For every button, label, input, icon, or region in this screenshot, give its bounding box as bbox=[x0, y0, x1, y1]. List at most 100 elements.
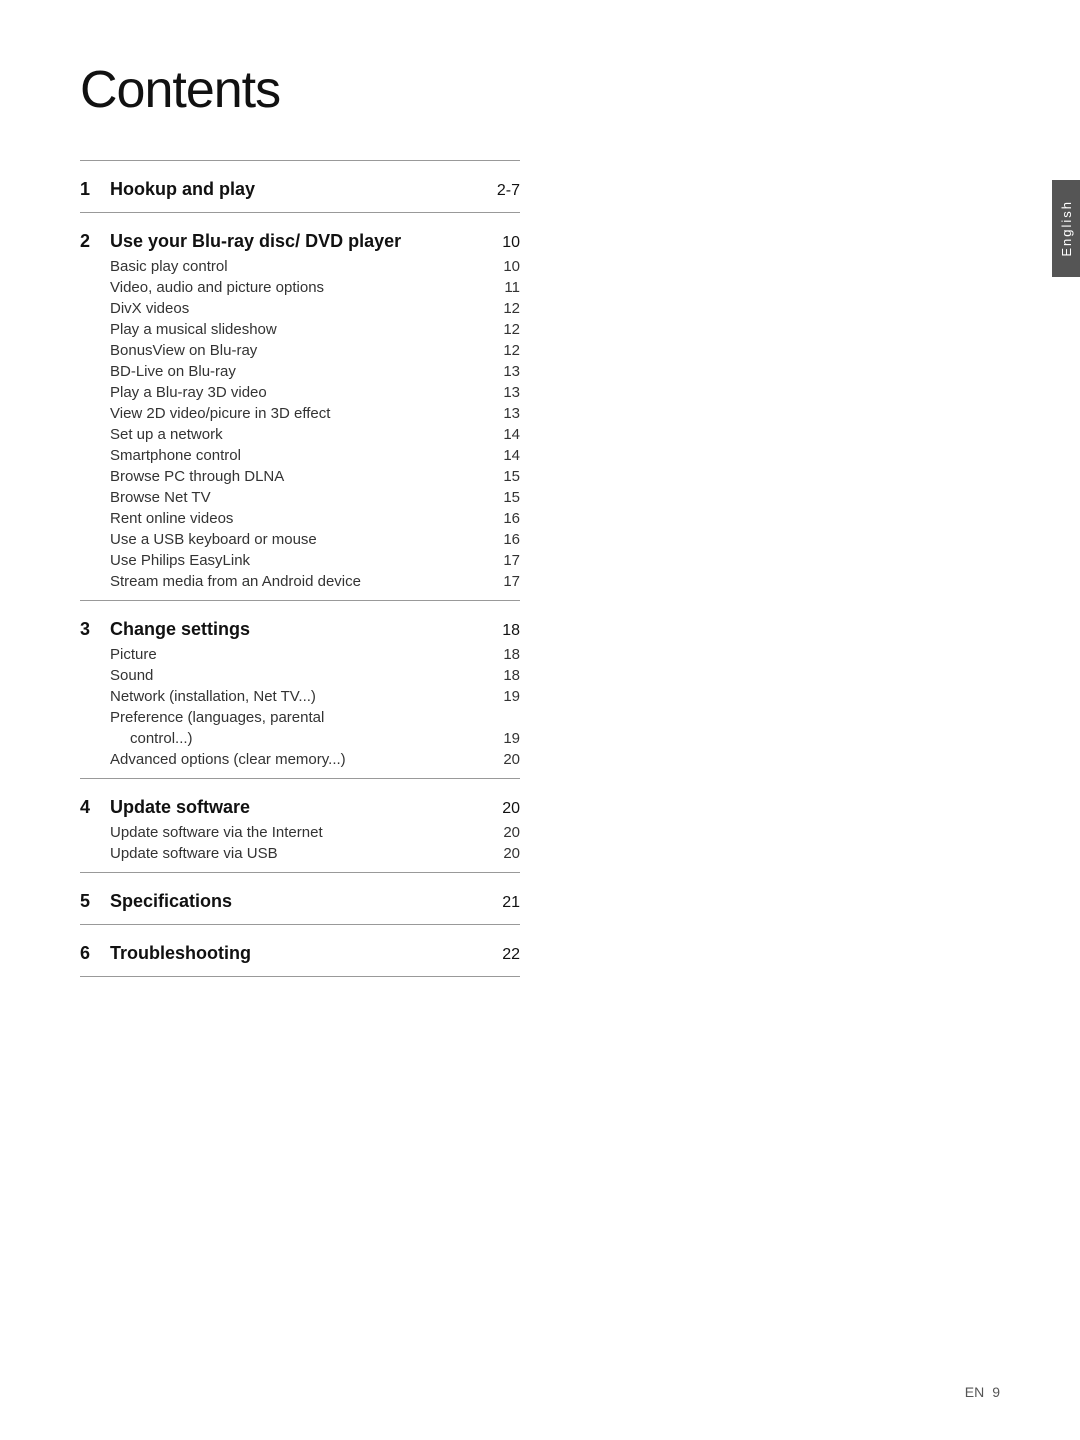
toc-sub-entry: BD-Live on Blu-ray13 bbox=[110, 361, 520, 382]
toc-sub-page: 19 bbox=[490, 730, 520, 747]
bottom-page: 9 bbox=[992, 1384, 1000, 1400]
toc-main-entry: 3Change settings18 bbox=[80, 609, 520, 644]
toc-number: 1 bbox=[80, 179, 110, 200]
toc-sub-title: Play a musical slideshow bbox=[110, 321, 490, 338]
toc-number: 5 bbox=[80, 891, 110, 912]
toc-sub-entry: Video, audio and picture options11 bbox=[110, 277, 520, 298]
toc-page: 18 bbox=[490, 622, 520, 640]
toc-divider bbox=[80, 160, 520, 161]
toc-sub-title: Browse Net TV bbox=[110, 489, 490, 506]
toc-sub-entries: Basic play control10Video, audio and pic… bbox=[80, 256, 520, 592]
toc-sub-entry: Set up a network14 bbox=[110, 424, 520, 445]
toc-main-entry: 1Hookup and play2-7 bbox=[80, 169, 520, 204]
toc-number: 3 bbox=[80, 619, 110, 640]
toc-divider bbox=[80, 924, 520, 925]
toc-sub-page: 11 bbox=[490, 279, 520, 296]
content-area: Contents 1Hookup and play2-7 2Use your Bl… bbox=[0, 0, 600, 1065]
toc-sub-entries: Update software via the Internet20Update… bbox=[80, 822, 520, 864]
toc-sub-page: 15 bbox=[490, 489, 520, 506]
toc-sub-title: Network (installation, Net TV...) bbox=[110, 688, 490, 705]
toc-sub-title: Update software via USB bbox=[110, 845, 490, 862]
toc-sub-entry: Rent online videos16 bbox=[110, 508, 520, 529]
toc-main-title: Troubleshooting bbox=[110, 943, 490, 964]
toc-sub-title: Picture bbox=[110, 646, 490, 663]
toc-sub-entry: Play a Blu-ray 3D video13 bbox=[110, 382, 520, 403]
toc-sub-title: Update software via the Internet bbox=[110, 824, 490, 841]
toc-sub-entry: Use Philips EasyLink17 bbox=[110, 550, 520, 571]
toc-sub-entry: Preference (languages, parental bbox=[110, 707, 520, 728]
toc-main-title: Update software bbox=[110, 797, 490, 818]
toc-main-entry: 5Specifications21 bbox=[80, 881, 520, 916]
toc-sub-entry: Use a USB keyboard or mouse16 bbox=[110, 529, 520, 550]
toc-sub-title: BD-Live on Blu-ray bbox=[110, 363, 490, 380]
toc-sub-page: 13 bbox=[490, 405, 520, 422]
toc-divider bbox=[80, 872, 520, 873]
toc-sub-page: 13 bbox=[490, 363, 520, 380]
toc-sub-page: 14 bbox=[490, 426, 520, 443]
toc-sub-entry: Sound18 bbox=[110, 665, 520, 686]
toc-main-title: Change settings bbox=[110, 619, 490, 640]
bottom-bar: EN 9 bbox=[965, 1384, 1000, 1400]
toc-sub-title: Preference (languages, parental bbox=[110, 709, 490, 726]
toc-sub-entry: DivX videos12 bbox=[110, 298, 520, 319]
toc-sub-page: 13 bbox=[490, 384, 520, 401]
toc-sub-entry: Smartphone control14 bbox=[110, 445, 520, 466]
bottom-lang: EN bbox=[965, 1384, 984, 1400]
toc-main-entry: 2Use your Blu-ray disc/ DVD player10 bbox=[80, 221, 520, 256]
toc-divider bbox=[80, 600, 520, 601]
toc-sub-title: Sound bbox=[110, 667, 490, 684]
toc-sub-page: 12 bbox=[490, 342, 520, 359]
toc-sub-page: 14 bbox=[490, 447, 520, 464]
toc-number: 6 bbox=[80, 943, 110, 964]
toc-main-title: Hookup and play bbox=[110, 179, 490, 200]
toc-page: 21 bbox=[490, 894, 520, 912]
toc-sub-page: 16 bbox=[490, 510, 520, 527]
toc-number: 4 bbox=[80, 797, 110, 818]
toc-sub-entry: View 2D video/picure in 3D effect13 bbox=[110, 403, 520, 424]
toc-sub-page: 17 bbox=[490, 573, 520, 590]
toc-sub-title: BonusView on Blu-ray bbox=[110, 342, 490, 359]
toc-sub-page: 19 bbox=[490, 688, 520, 705]
language-label: English bbox=[1059, 200, 1074, 257]
toc-main-entry: 6Troubleshooting22 bbox=[80, 933, 520, 968]
toc-sub-title: Rent online videos bbox=[110, 510, 490, 527]
toc-divider bbox=[80, 212, 520, 213]
page-title: Contents bbox=[80, 60, 520, 120]
toc-sub-page: 16 bbox=[490, 531, 520, 548]
toc-sub-title: Stream media from an Android device bbox=[110, 573, 490, 590]
toc-sub-title: Use a USB keyboard or mouse bbox=[110, 531, 490, 548]
toc-sub-title: View 2D video/picure in 3D effect bbox=[110, 405, 490, 422]
toc-sub-entry: Stream media from an Android device17 bbox=[110, 571, 520, 592]
toc-page: 20 bbox=[490, 800, 520, 818]
toc-sub-page: 20 bbox=[490, 751, 520, 768]
toc-sub-title: Play a Blu-ray 3D video bbox=[110, 384, 490, 401]
toc-sub-page: 15 bbox=[490, 468, 520, 485]
toc-sub-entry: BonusView on Blu-ray12 bbox=[110, 340, 520, 361]
toc-sub-entry: Advanced options (clear memory...)20 bbox=[110, 749, 520, 770]
toc-number: 2 bbox=[80, 231, 110, 252]
toc-sub-entry: Update software via USB20 bbox=[110, 843, 520, 864]
toc-sub-page: 10 bbox=[490, 258, 520, 275]
toc-page: 10 bbox=[490, 234, 520, 252]
toc-main-title: Specifications bbox=[110, 891, 490, 912]
toc-sub-entry: Basic play control10 bbox=[110, 256, 520, 277]
toc-sub-page: 20 bbox=[490, 824, 520, 841]
toc-sub-page: 12 bbox=[490, 300, 520, 317]
toc-sub-title: Use Philips EasyLink bbox=[110, 552, 490, 569]
page-container: English Contents 1Hookup and play2-72Use… bbox=[0, 0, 1080, 1440]
toc-sub-title: Basic play control bbox=[110, 258, 490, 275]
toc-sub-page: 12 bbox=[490, 321, 520, 338]
toc-sub-page: 17 bbox=[490, 552, 520, 569]
toc-sub-page: 20 bbox=[490, 845, 520, 862]
toc-section: 1Hookup and play2-7 2Use your Blu-ray dis… bbox=[80, 160, 520, 977]
toc-sub-entry: Update software via the Internet20 bbox=[110, 822, 520, 843]
toc-main-title: Use your Blu-ray disc/ DVD player bbox=[110, 231, 490, 252]
toc-sub-title: Set up a network bbox=[110, 426, 490, 443]
toc-sub-title: Video, audio and picture options bbox=[110, 279, 490, 296]
toc-divider-final bbox=[80, 976, 520, 977]
toc-sub-title: Browse PC through DLNA bbox=[110, 468, 490, 485]
toc-divider bbox=[80, 778, 520, 779]
toc-sub-title: control...) bbox=[110, 730, 490, 747]
toc-sub-page: 18 bbox=[490, 667, 520, 684]
toc-sub-entry: Browse PC through DLNA15 bbox=[110, 466, 520, 487]
